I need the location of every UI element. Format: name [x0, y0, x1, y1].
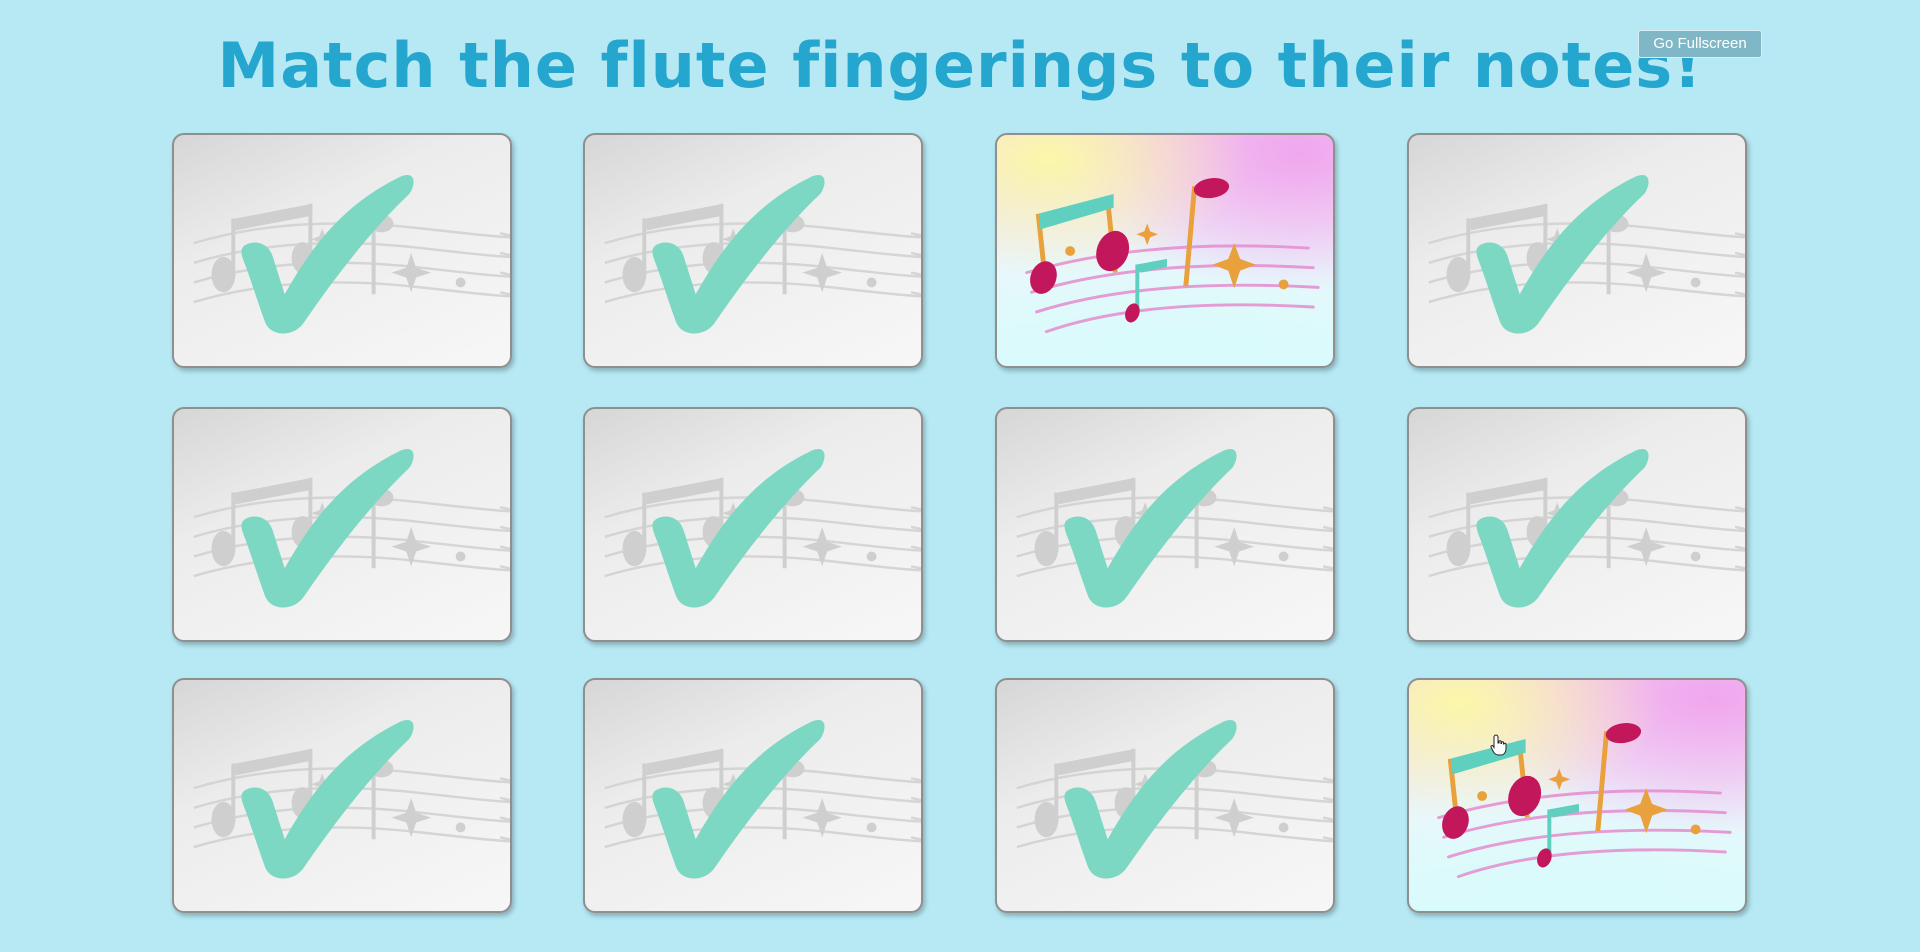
music-notes-icon [1437, 723, 1732, 879]
card-matched[interactable] [583, 133, 923, 368]
checkmark-art [604, 448, 921, 608]
card-matched[interactable] [172, 678, 512, 913]
checkmark-art [1428, 448, 1745, 608]
card-matched[interactable] [995, 678, 1335, 913]
checkmark-art [1428, 174, 1745, 334]
card-matched[interactable] [583, 407, 923, 642]
card-matched[interactable] [583, 678, 923, 913]
card-matched[interactable] [995, 407, 1335, 642]
game-page: Match the flute fingerings to their note… [0, 0, 1920, 952]
checkmark-art [193, 448, 510, 608]
card-matched[interactable] [1407, 407, 1747, 642]
card-matched[interactable] [172, 133, 512, 368]
hand-pointer-icon [1490, 734, 1507, 756]
card-matched[interactable] [172, 407, 512, 642]
card-matched[interactable] [1407, 133, 1747, 368]
checkmark-art [604, 174, 921, 334]
card-grid [0, 0, 1920, 952]
checkmark-art [1016, 448, 1333, 608]
checkmark-art [193, 174, 510, 334]
checkmark-art [1016, 719, 1333, 879]
music-notes-icon [1025, 178, 1320, 334]
checkmark-art [193, 719, 510, 879]
card-facedown[interactable] [995, 133, 1335, 368]
card-facedown[interactable] [1407, 678, 1747, 913]
checkmark-art [604, 719, 921, 879]
